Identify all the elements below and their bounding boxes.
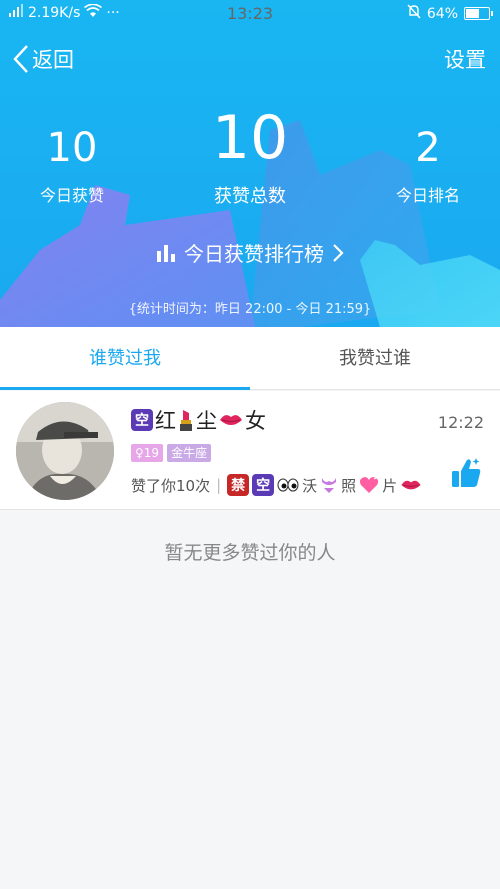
tab-who-i-liked[interactable]: 我赞过谁 [250,327,500,390]
eyes-icon [277,478,299,492]
name-part-1: 红 [155,409,176,433]
tab-bar: 谁赞过我 我赞过谁 [0,327,500,390]
lips-icon [401,480,421,490]
battery-icon [464,7,493,20]
status-right: 64% [407,4,493,23]
like-time: 12:22 [437,413,484,432]
stat-today-likes-value: 10 [46,125,98,171]
thumbs-up-icon [452,458,481,487]
stat-total-likes-value: 10 [211,103,289,173]
divider: | [216,476,222,494]
like-back-button[interactable] [450,457,484,493]
liked-info: 赞了你10次 | 禁 空 沃 照 片 [131,474,422,496]
stat-today-likes-label: 今日获赞 [39,186,104,205]
stat-period-note: {统计时间为：昨日 22:00 - 今日 21:59} [128,302,372,317]
tab-who-liked-me[interactable]: 谁赞过我 [0,327,250,390]
empty-state-text: 暂无更多赞过你的人 [164,542,336,564]
back-label: 返回 [32,48,74,72]
stat-today-rank: 2 今日排名 [378,128,478,206]
nav-bar: 返回 设置 [0,38,500,82]
name-part-2: 尘 [196,409,217,433]
list-item[interactable]: 空 红 尘 女 12:22 ♀19 金牛座 赞了你10次 | 禁 空 沃 照 片 [0,391,500,510]
header-banner: 2.19K/s ··· 13:23 64% 返回 设置 10 今日获赞 10 获… [0,0,500,327]
user-name[interactable]: 空 红 尘 女 [131,405,266,435]
stat-total-likes: 10 获赞总数 [200,108,300,208]
chevron-left-icon [13,45,28,73]
chevron-right-icon [333,243,344,262]
status-bar: 2.19K/s ··· 13:23 64% [0,0,500,26]
avatar-image [16,402,114,500]
heart-icon [360,477,379,493]
kong-badge-icon: 空 [131,409,153,431]
kong-badge-icon: 空 [252,474,275,496]
back-button[interactable]: 返回 [12,44,74,74]
tab-indicator [0,387,250,390]
jin-badge-icon: 禁 [227,474,250,496]
battery-fill [466,9,480,18]
stat-total-likes-label: 获赞总数 [214,186,286,207]
bar-chart-icon [157,244,175,262]
user-tags: ♀19 金牛座 [131,444,212,462]
name-part-3: 女 [245,409,266,433]
ranking-link-label: 今日获赞排行榜 [184,242,324,266]
settings-button[interactable]: 设置 [444,44,486,74]
stat-today-rank-label: 今日排名 [395,186,460,205]
signature-part-3: 片 [382,476,398,495]
avatar[interactable] [16,402,114,500]
age-tag: ♀19 [131,444,164,462]
silent-bell-icon [407,4,421,23]
lips-icon [220,415,242,425]
lipstick-icon [180,410,192,431]
liked-count: 赞了你10次 [131,476,211,495]
signature-part-1: 沃 [302,476,318,495]
signature-part-2: 照 [341,476,357,495]
stat-today-rank-value: 2 [415,125,441,171]
ranking-link[interactable]: 今日获赞排行榜 [0,238,500,267]
bikini-icon [322,478,337,493]
zodiac-tag: 金牛座 [167,444,212,462]
stat-today-likes: 10 今日获赞 [22,128,122,206]
battery-percent: 64% [426,5,458,22]
